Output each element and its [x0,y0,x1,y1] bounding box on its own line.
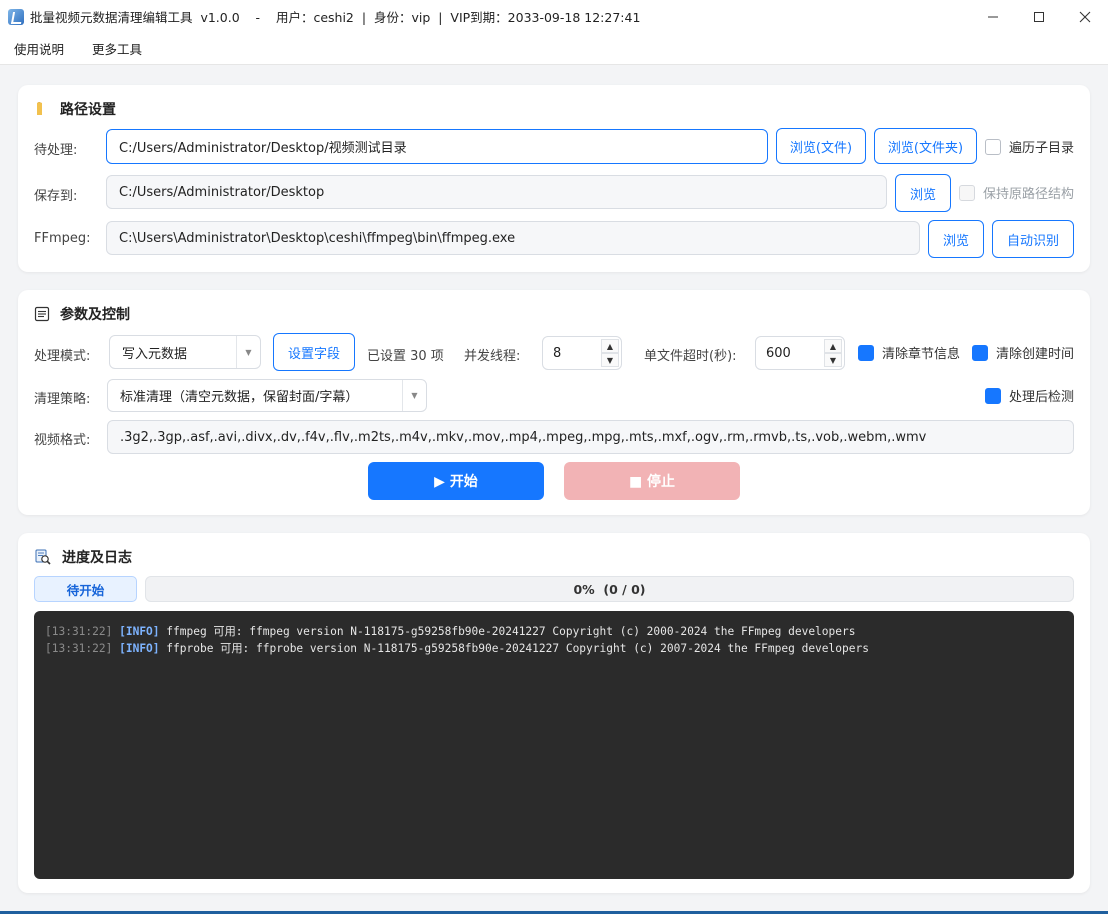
path-settings-title: 路径设置 [34,99,116,119]
recursive-checkbox[interactable]: 遍历子目录 [985,137,1074,156]
spin-up-icon[interactable]: ▲ [601,339,619,353]
browse-output-button[interactable]: 浏览 [895,174,951,212]
auto-detect-button[interactable]: 自动识别 [992,220,1074,258]
log-search-icon [34,548,52,566]
output-path-field[interactable]: C:/Users/Administrator/Desktop [106,175,887,209]
menu-item-help[interactable]: 使用说明 [0,39,78,58]
post-check-checkbox[interactable]: 处理后检测 [985,386,1074,405]
ffmpeg-path-field[interactable]: C:\Users\Administrator\Desktop\ceshi\ffm… [106,221,920,255]
title-bar: 批量视频元数据清理编辑工具 v1.0.0 - 用户：ceshi2 | 身份：vi… [0,0,1108,33]
browse-file-button[interactable]: 浏览(文件) [776,128,866,164]
params-control-card: 参数及控制 处理模式: 写入元数据 ▼ 设置字段 已设置 30 项 并发线程: … [18,290,1090,515]
minimize-icon [988,16,998,17]
post-check-checkbox-box[interactable] [985,387,1001,404]
progress-bar: 0% (0 / 0) [145,576,1074,602]
spin-up-icon[interactable]: ▲ [824,339,842,353]
browse-ffmpeg-button[interactable]: 浏览 [928,220,984,258]
threads-label: 并发线程: [464,349,521,364]
menu-item-more-tools[interactable]: 更多工具 [78,39,156,58]
close-icon [1079,11,1091,22]
log-message: ffmpeg 可用: ffmpeg version N-118175-g5925… [166,625,856,638]
formats-label: 视频格式: [34,433,91,448]
chevron-down-icon: ▼ [236,336,260,368]
timeout-spinbox[interactable]: 600 ▲ ▼ [755,336,845,370]
log-line: [13:31:22] [INFO] ffprobe 可用: ffprobe ve… [45,640,1063,657]
log-level: [INFO] [119,642,160,655]
start-button[interactable]: ▶ 开始 [368,462,544,500]
app-icon [8,8,24,25]
keep-structure-checkbox-box[interactable] [959,184,975,201]
formats-field[interactable]: .3g2,.3gp,.asf,.avi,.divx,.dv,.f4v,.flv,… [107,420,1074,454]
mode-select[interactable]: 写入元数据 ▼ [109,335,261,369]
browse-folder-button[interactable]: 浏览(文件夹) [874,128,977,164]
window-controls [970,0,1108,33]
log-line: [13:31:22] [INFO] ffmpeg 可用: ffmpeg vers… [45,623,1063,640]
log-timestamp: [13:31:22] [45,642,113,655]
folder-icon [34,101,50,117]
input-path-label: 待处理: [34,143,78,158]
list-icon [34,306,50,322]
log-message: ffprobe 可用: ffprobe version N-118175-g59… [166,642,869,655]
clear-creation-time-checkbox-box[interactable] [972,344,988,361]
strategy-label: 清理策略: [34,392,91,407]
clear-chapters-checkbox[interactable]: 清除章节信息 [858,343,960,362]
input-path-field[interactable]: C:/Users/Administrator/Desktop/视频测试目录 [106,129,768,164]
timeout-label: 单文件超时(秒): [644,349,737,364]
clear-creation-time-checkbox[interactable]: 清除创建时间 [972,343,1074,362]
spin-down-icon[interactable]: ▼ [601,353,619,367]
maximize-button[interactable] [1016,0,1062,33]
menu-bar: 使用说明 更多工具 [0,33,1108,65]
fields-count-text: 已设置 30 项 [367,349,444,364]
output-path-label: 保存到: [34,189,78,204]
progress-log-card: 进度及日志 待开始 0% (0 / 0) [13:31:22] [INFO] f… [18,533,1090,893]
progress-log-title: 进度及日志 [34,547,132,567]
status-badge: 待开始 [34,576,137,602]
close-button[interactable] [1062,0,1108,33]
set-fields-button[interactable]: 设置字段 [273,333,355,371]
path-settings-card: 路径设置 待处理: C:/Users/Administrator/Desktop… [18,85,1090,272]
log-timestamp: [13:31:22] [45,625,113,638]
stop-button[interactable]: ■ 停止 [564,462,740,500]
maximize-icon [1034,11,1044,22]
progress-text: 0% (0 / 0) [573,581,646,597]
params-control-title: 参数及控制 [34,304,130,324]
chevron-down-icon: ▼ [402,380,426,411]
clear-chapters-checkbox-box[interactable] [858,344,874,361]
threads-spinbox[interactable]: 8 ▲ ▼ [542,336,622,370]
recursive-checkbox-box[interactable] [985,138,1001,155]
mode-label: 处理模式: [34,349,91,364]
spin-down-icon[interactable]: ▼ [824,353,842,367]
log-level: [INFO] [119,625,160,638]
keep-structure-checkbox[interactable]: 保持原路径结构 [959,183,1074,202]
window-title: 批量视频元数据清理编辑工具 v1.0.0 - 用户：ceshi2 | 身份：vi… [30,10,641,25]
minimize-button[interactable] [970,0,1016,33]
strategy-select[interactable]: 标准清理（清空元数据，保留封面/字幕） ▼ [107,379,427,412]
log-console[interactable]: [13:31:22] [INFO] ffmpeg 可用: ffmpeg vers… [34,611,1074,879]
ffmpeg-label: FFmpeg: [34,231,91,246]
